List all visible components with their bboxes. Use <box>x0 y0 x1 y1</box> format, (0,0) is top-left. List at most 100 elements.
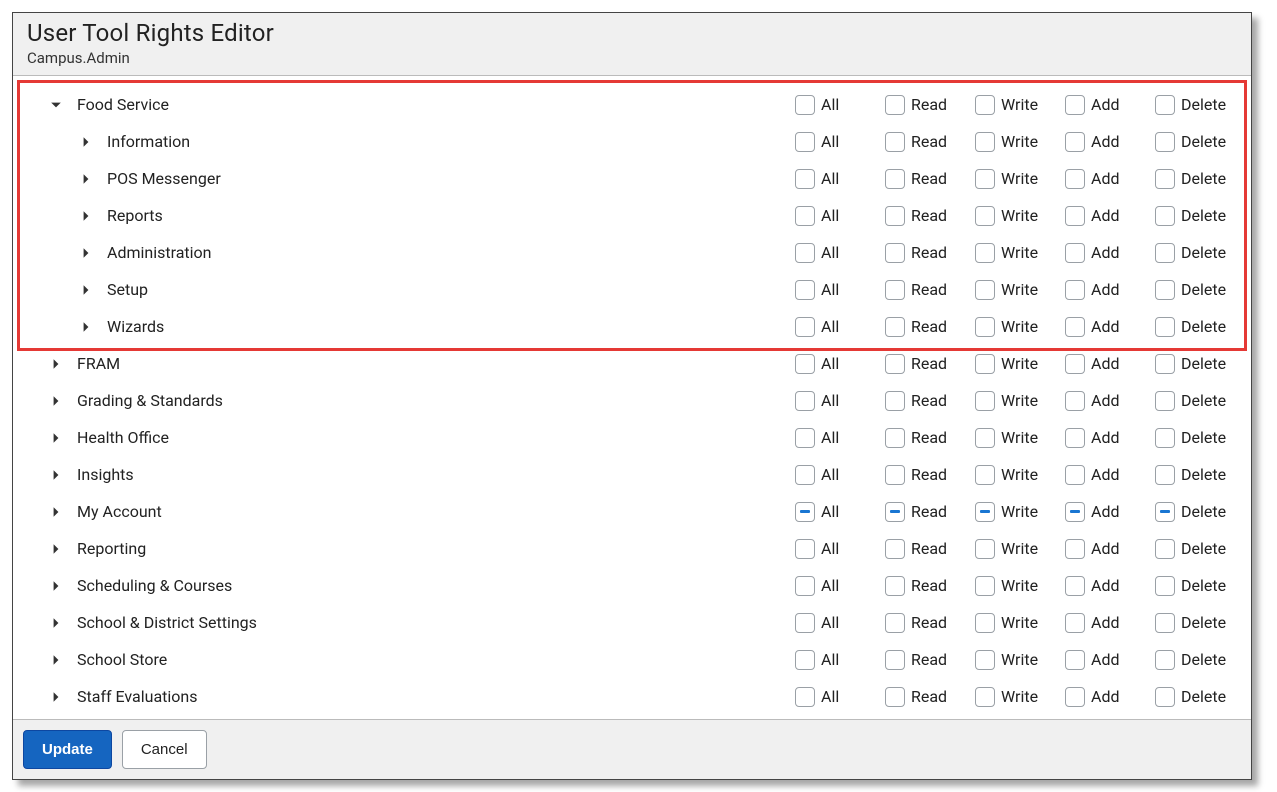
checkbox-all[interactable] <box>795 539 815 559</box>
tree-item-label[interactable]: Staff Evaluations <box>77 687 198 706</box>
chevron-right-icon[interactable] <box>79 172 93 186</box>
chevron-right-icon[interactable] <box>79 283 93 297</box>
checkbox-all[interactable] <box>795 280 815 300</box>
chevron-down-icon[interactable] <box>49 98 63 112</box>
checkbox-add[interactable] <box>1065 465 1085 485</box>
checkbox-read[interactable] <box>885 280 905 300</box>
checkbox-all[interactable] <box>795 132 815 152</box>
checkbox-all[interactable] <box>795 95 815 115</box>
checkbox-read[interactable] <box>885 576 905 596</box>
chevron-right-icon[interactable] <box>49 394 63 408</box>
checkbox-all[interactable] <box>795 243 815 263</box>
checkbox-delete[interactable] <box>1155 613 1175 633</box>
checkbox-read[interactable] <box>885 687 905 707</box>
checkbox-write[interactable] <box>975 576 995 596</box>
checkbox-read[interactable] <box>885 317 905 337</box>
checkbox-all[interactable] <box>795 317 815 337</box>
chevron-right-icon[interactable] <box>49 653 63 667</box>
checkbox-add[interactable] <box>1065 502 1085 522</box>
checkbox-read[interactable] <box>885 502 905 522</box>
tree-item-label[interactable]: Health Office <box>77 428 169 447</box>
tree-item-label[interactable]: Scheduling & Courses <box>77 576 232 595</box>
checkbox-write[interactable] <box>975 206 995 226</box>
checkbox-all[interactable] <box>795 502 815 522</box>
tree-item-label[interactable]: Insights <box>77 465 134 484</box>
checkbox-delete[interactable] <box>1155 354 1175 374</box>
checkbox-add[interactable] <box>1065 95 1085 115</box>
checkbox-write[interactable] <box>975 687 995 707</box>
checkbox-add[interactable] <box>1065 280 1085 300</box>
checkbox-read[interactable] <box>885 465 905 485</box>
checkbox-read[interactable] <box>885 650 905 670</box>
checkbox-read[interactable] <box>885 354 905 374</box>
checkbox-add[interactable] <box>1065 428 1085 448</box>
checkbox-add[interactable] <box>1065 169 1085 189</box>
checkbox-read[interactable] <box>885 539 905 559</box>
checkbox-write[interactable] <box>975 428 995 448</box>
chevron-right-icon[interactable] <box>49 468 63 482</box>
checkbox-read[interactable] <box>885 428 905 448</box>
checkbox-add[interactable] <box>1065 317 1085 337</box>
checkbox-add[interactable] <box>1065 539 1085 559</box>
chevron-right-icon[interactable] <box>49 616 63 630</box>
checkbox-write[interactable] <box>975 465 995 485</box>
checkbox-read[interactable] <box>885 132 905 152</box>
tree-item-label[interactable]: My Account <box>77 502 162 521</box>
checkbox-all[interactable] <box>795 391 815 411</box>
tree-item-label[interactable]: Information <box>107 132 190 151</box>
checkbox-all[interactable] <box>795 650 815 670</box>
checkbox-read[interactable] <box>885 169 905 189</box>
tree-item-label[interactable]: FRAM <box>77 354 120 373</box>
tree-item-label[interactable]: POS Messenger <box>107 169 221 188</box>
checkbox-write[interactable] <box>975 243 995 263</box>
checkbox-delete[interactable] <box>1155 280 1175 300</box>
checkbox-all[interactable] <box>795 465 815 485</box>
cancel-button[interactable]: Cancel <box>122 730 207 769</box>
tree-item-label[interactable]: School Store <box>77 650 167 669</box>
checkbox-all[interactable] <box>795 613 815 633</box>
checkbox-add[interactable] <box>1065 132 1085 152</box>
checkbox-add[interactable] <box>1065 243 1085 263</box>
checkbox-all[interactable] <box>795 206 815 226</box>
checkbox-add[interactable] <box>1065 687 1085 707</box>
checkbox-write[interactable] <box>975 317 995 337</box>
checkbox-delete[interactable] <box>1155 95 1175 115</box>
chevron-right-icon[interactable] <box>79 209 93 223</box>
chevron-right-icon[interactable] <box>49 431 63 445</box>
tree-item-label[interactable]: Wizards <box>107 317 164 336</box>
checkbox-delete[interactable] <box>1155 132 1175 152</box>
checkbox-delete[interactable] <box>1155 539 1175 559</box>
checkbox-write[interactable] <box>975 95 995 115</box>
checkbox-delete[interactable] <box>1155 169 1175 189</box>
checkbox-delete[interactable] <box>1155 465 1175 485</box>
checkbox-write[interactable] <box>975 132 995 152</box>
tree-item-label[interactable]: Reporting <box>77 539 146 558</box>
checkbox-read[interactable] <box>885 613 905 633</box>
tree-item-label[interactable]: Food Service <box>77 95 169 114</box>
checkbox-delete[interactable] <box>1155 687 1175 707</box>
checkbox-write[interactable] <box>975 280 995 300</box>
checkbox-read[interactable] <box>885 95 905 115</box>
checkbox-delete[interactable] <box>1155 502 1175 522</box>
chevron-right-icon[interactable] <box>79 320 93 334</box>
checkbox-add[interactable] <box>1065 391 1085 411</box>
checkbox-delete[interactable] <box>1155 650 1175 670</box>
checkbox-delete[interactable] <box>1155 576 1175 596</box>
checkbox-add[interactable] <box>1065 354 1085 374</box>
checkbox-all[interactable] <box>795 169 815 189</box>
tree-item-label[interactable]: School & District Settings <box>77 613 257 632</box>
checkbox-delete[interactable] <box>1155 243 1175 263</box>
tree-item-label[interactable]: Grading & Standards <box>77 391 223 410</box>
chevron-right-icon[interactable] <box>49 542 63 556</box>
checkbox-all[interactable] <box>795 687 815 707</box>
checkbox-write[interactable] <box>975 502 995 522</box>
checkbox-read[interactable] <box>885 391 905 411</box>
checkbox-write[interactable] <box>975 354 995 374</box>
checkbox-add[interactable] <box>1065 576 1085 596</box>
checkbox-delete[interactable] <box>1155 317 1175 337</box>
chevron-right-icon[interactable] <box>49 690 63 704</box>
checkbox-delete[interactable] <box>1155 391 1175 411</box>
checkbox-write[interactable] <box>975 391 995 411</box>
chevron-right-icon[interactable] <box>49 505 63 519</box>
checkbox-all[interactable] <box>795 354 815 374</box>
